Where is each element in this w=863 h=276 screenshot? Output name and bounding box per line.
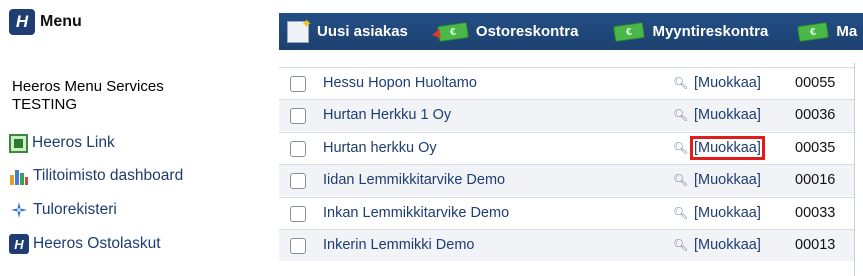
link-icon [9, 133, 28, 153]
myyntireskontra-label: Myyntireskontra [652, 23, 769, 40]
row-checkbox[interactable] [290, 108, 306, 124]
money-out-icon: € [436, 21, 469, 42]
row-checkbox[interactable] [290, 76, 306, 92]
sidebar-item-label: Tilitoimisto dashboard [33, 167, 184, 184]
organization-line-1: Heeros Menu Services [12, 78, 164, 95]
magnifier-icon[interactable]: 🔍︎ [673, 238, 688, 252]
magnifier-icon[interactable]: 🔍︎ [673, 108, 688, 122]
edit-link-highlighted[interactable]: [Muokkaa] [690, 136, 765, 160]
new-customer-label: Uusi asiakas [317, 23, 408, 40]
table-row: Inkerin Lemmikki Demo 🔍︎ [Muokkaa] 00013 [279, 229, 854, 261]
ostoreskontra-label: Ostoreskontra [475, 23, 579, 40]
heeros-icon: H [9, 234, 29, 254]
sidebar: H Menu Heeros Menu Services TESTING Heer… [0, 0, 270, 276]
table-row: Inkan Lemmikkitarvike Demo 🔍︎ [Muokkaa] … [279, 197, 854, 229]
customer-name-link[interactable]: Hessu Hopon Huoltamo [323, 75, 477, 91]
customer-name-link[interactable]: Hurtan herkku Oy [323, 140, 437, 156]
edit-link[interactable]: [Muokkaa] [694, 75, 761, 91]
customer-name-link[interactable]: Inkan Lemmikkitarvike Demo [323, 205, 509, 221]
sidebar-item-dashboard[interactable]: Tilitoimisto dashboard [9, 164, 183, 188]
menu-title: Menu [40, 13, 82, 30]
customer-number: 00033 [795, 205, 836, 221]
myyntireskontra-button[interactable]: € Myyntireskontra [613, 13, 769, 50]
edit-link[interactable]: [Muokkaa] [694, 237, 761, 253]
row-checkbox[interactable] [290, 206, 306, 222]
money-icon: € [797, 21, 830, 42]
star-icon [9, 200, 29, 220]
new-customer-icon [287, 16, 312, 43]
customer-name-link[interactable]: Inkerin Lemmikki Demo [323, 237, 475, 253]
customer-name-link[interactable]: Hurtan Herkku 1 Oy [323, 107, 451, 123]
sidebar-item-tulorekisteri[interactable]: Tulorekisteri [9, 198, 117, 222]
organization-line-2: TESTING [12, 96, 78, 113]
main-panel: Uusi asiakas € Ostoreskontra € Myyntires… [279, 13, 863, 276]
table-row: Hurtan Herkku 1 Oy 🔍︎ [Muokkaa] 00036 [279, 99, 854, 131]
sidebar-item-label: Heeros Ostolaskut [33, 235, 161, 252]
sidebar-item-heeros-link[interactable]: Heeros Link [9, 131, 115, 155]
edit-link[interactable]: [Muokkaa] [694, 172, 761, 188]
table-row: Iidan Lemmikkitarvike Demo 🔍︎ [Muokkaa] … [279, 164, 854, 196]
customer-number: 00036 [795, 107, 836, 123]
toolbar: Uusi asiakas € Ostoreskontra € Myyntires… [279, 13, 863, 50]
row-checkbox[interactable] [290, 141, 306, 157]
customer-number: 00016 [795, 172, 836, 188]
row-checkbox[interactable] [290, 238, 306, 254]
customer-number: 00013 [795, 237, 836, 253]
customer-number: 00035 [795, 140, 836, 156]
magnifier-icon[interactable]: 🔍︎ [673, 173, 688, 187]
more-reskontra-label: Ma [836, 23, 858, 40]
money-in-icon: € [613, 21, 646, 42]
menu-header[interactable]: H Menu [9, 9, 82, 35]
list-divider [854, 63, 855, 276]
table-row: Hurtan herkku Oy 🔍︎ [Muokkaa] 00035 [279, 132, 854, 164]
customer-number: 00055 [795, 75, 836, 91]
magnifier-icon[interactable]: 🔍︎ [673, 76, 688, 90]
sidebar-item-label: Tulorekisteri [33, 201, 117, 218]
edit-link[interactable]: [Muokkaa] [694, 107, 761, 123]
magnifier-icon[interactable]: 🔍︎ [673, 141, 688, 155]
table-row: Hessu Hopon Huoltamo 🔍︎ [Muokkaa] 00055 [279, 67, 854, 99]
new-customer-button[interactable]: Uusi asiakas [287, 13, 408, 50]
heeros-logo-icon: H [9, 9, 35, 35]
ostoreskontra-button[interactable]: € Ostoreskontra [436, 13, 579, 50]
sidebar-item-heeros-ostolaskut[interactable]: H Heeros Ostolaskut [9, 232, 161, 256]
edit-link[interactable]: [Muokkaa] [694, 205, 761, 221]
magnifier-icon[interactable]: 🔍︎ [673, 206, 688, 220]
customer-name-link[interactable]: Iidan Lemmikkitarvike Demo [323, 172, 505, 188]
dashboard-icon [9, 166, 29, 186]
row-checkbox[interactable] [290, 173, 306, 189]
organization-name: Heeros Menu Services TESTING [12, 78, 164, 114]
sidebar-item-label: Heeros Link [32, 134, 115, 151]
more-reskontra-button[interactable]: € Ma [797, 13, 858, 50]
